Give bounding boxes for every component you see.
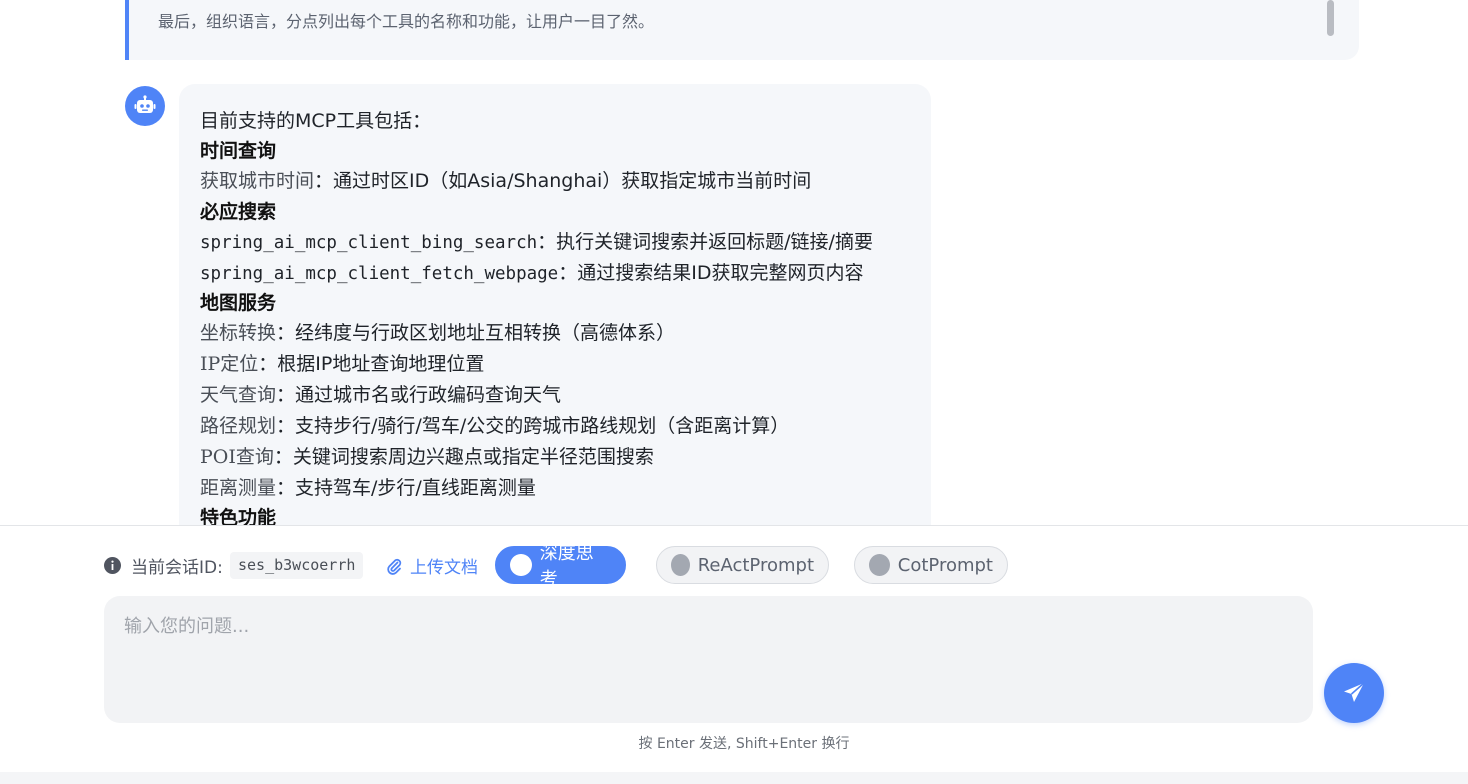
thinking-text: 最后，组织语言，分点列出每个工具的名称和功能，让用户一目了然。 xyxy=(158,12,655,31)
chat-area: 最后，组织语言，分点列出每个工具的名称和功能，让用户一目了然。 目前支持的MCP… xyxy=(0,0,1468,525)
upload-document-button[interactable]: 上传文档 xyxy=(386,552,478,579)
list-item: 天气查询：通过城市名或行政编码查询天气 xyxy=(200,384,562,406)
bottom-strip xyxy=(0,772,1468,784)
input-toolbar: 当前会话ID: ses_b3wcoerrh 上传文档 深度思考 ReActPro… xyxy=(0,526,1468,596)
section-heading: 必应搜索 xyxy=(200,201,277,223)
react-prompt-label: ReActPrompt xyxy=(697,554,814,576)
cot-prompt-toggle[interactable]: CotPrompt xyxy=(854,546,1008,584)
bot-avatar xyxy=(125,86,165,126)
toggle-knob xyxy=(671,554,690,576)
thinking-block: 最后，组织语言，分点列出每个工具的名称和功能，让用户一目了然。 xyxy=(125,0,1359,60)
react-prompt-toggle[interactable]: ReActPrompt xyxy=(656,546,829,584)
list-item: spring_ai_mcp_client_fetch_webpage：通过搜索结… xyxy=(200,262,864,284)
toggle-knob xyxy=(510,554,532,576)
cot-prompt-label: CotPrompt xyxy=(897,554,993,576)
list-item: 路径规划：支持步行/骑行/驾车/公交的跨城市路线规划（含距离计算） xyxy=(200,415,790,437)
paper-plane-icon xyxy=(1344,682,1365,702)
toggle-knob xyxy=(869,554,890,576)
deep-think-toggle[interactable]: 深度思考 xyxy=(495,543,626,590)
message-intro: 目前支持的MCP工具包括： xyxy=(200,110,432,132)
section-heading: 地图服务 xyxy=(200,292,277,314)
section-heading: 时间查询 xyxy=(200,140,277,162)
keyboard-hint: 按 Enter 发送, Shift+Enter 换行 xyxy=(638,736,850,752)
assistant-message: 目前支持的MCP工具包括： 时间查询 获取城市时间：通过时区ID（如Asia/S… xyxy=(179,84,931,525)
question-input[interactable] xyxy=(104,596,1313,723)
scrollbar-thumb[interactable] xyxy=(1327,0,1334,36)
deep-think-label: 深度思考 xyxy=(539,543,594,590)
section-heading: 特色功能 xyxy=(200,507,277,525)
list-item: IP定位：根据IP地址查询地理位置 xyxy=(200,353,485,375)
paperclip-icon xyxy=(387,558,402,575)
list-item: spring_ai_mcp_client_bing_search：执行关键词搜索… xyxy=(200,231,873,253)
list-item: 距离测量：支持驾车/步行/直线距离测量 xyxy=(200,477,536,499)
list-item: 获取城市时间：通过时区ID（如Asia/Shanghai）获取指定城市当前时间 xyxy=(200,170,812,192)
list-item: 坐标转换：经纬度与行政区划地址互相转换（高德体系） xyxy=(200,322,676,344)
upload-label: 上传文档 xyxy=(410,558,478,578)
send-button[interactable] xyxy=(1324,663,1384,723)
robot-icon xyxy=(134,95,156,113)
session-label: 当前会话ID: xyxy=(131,558,223,578)
list-item: POI查询：关键词搜索周边兴趣点或指定半径范围搜索 xyxy=(200,446,654,468)
session-id: ses_b3wcoerrh xyxy=(230,552,364,579)
info-icon xyxy=(104,557,121,574)
